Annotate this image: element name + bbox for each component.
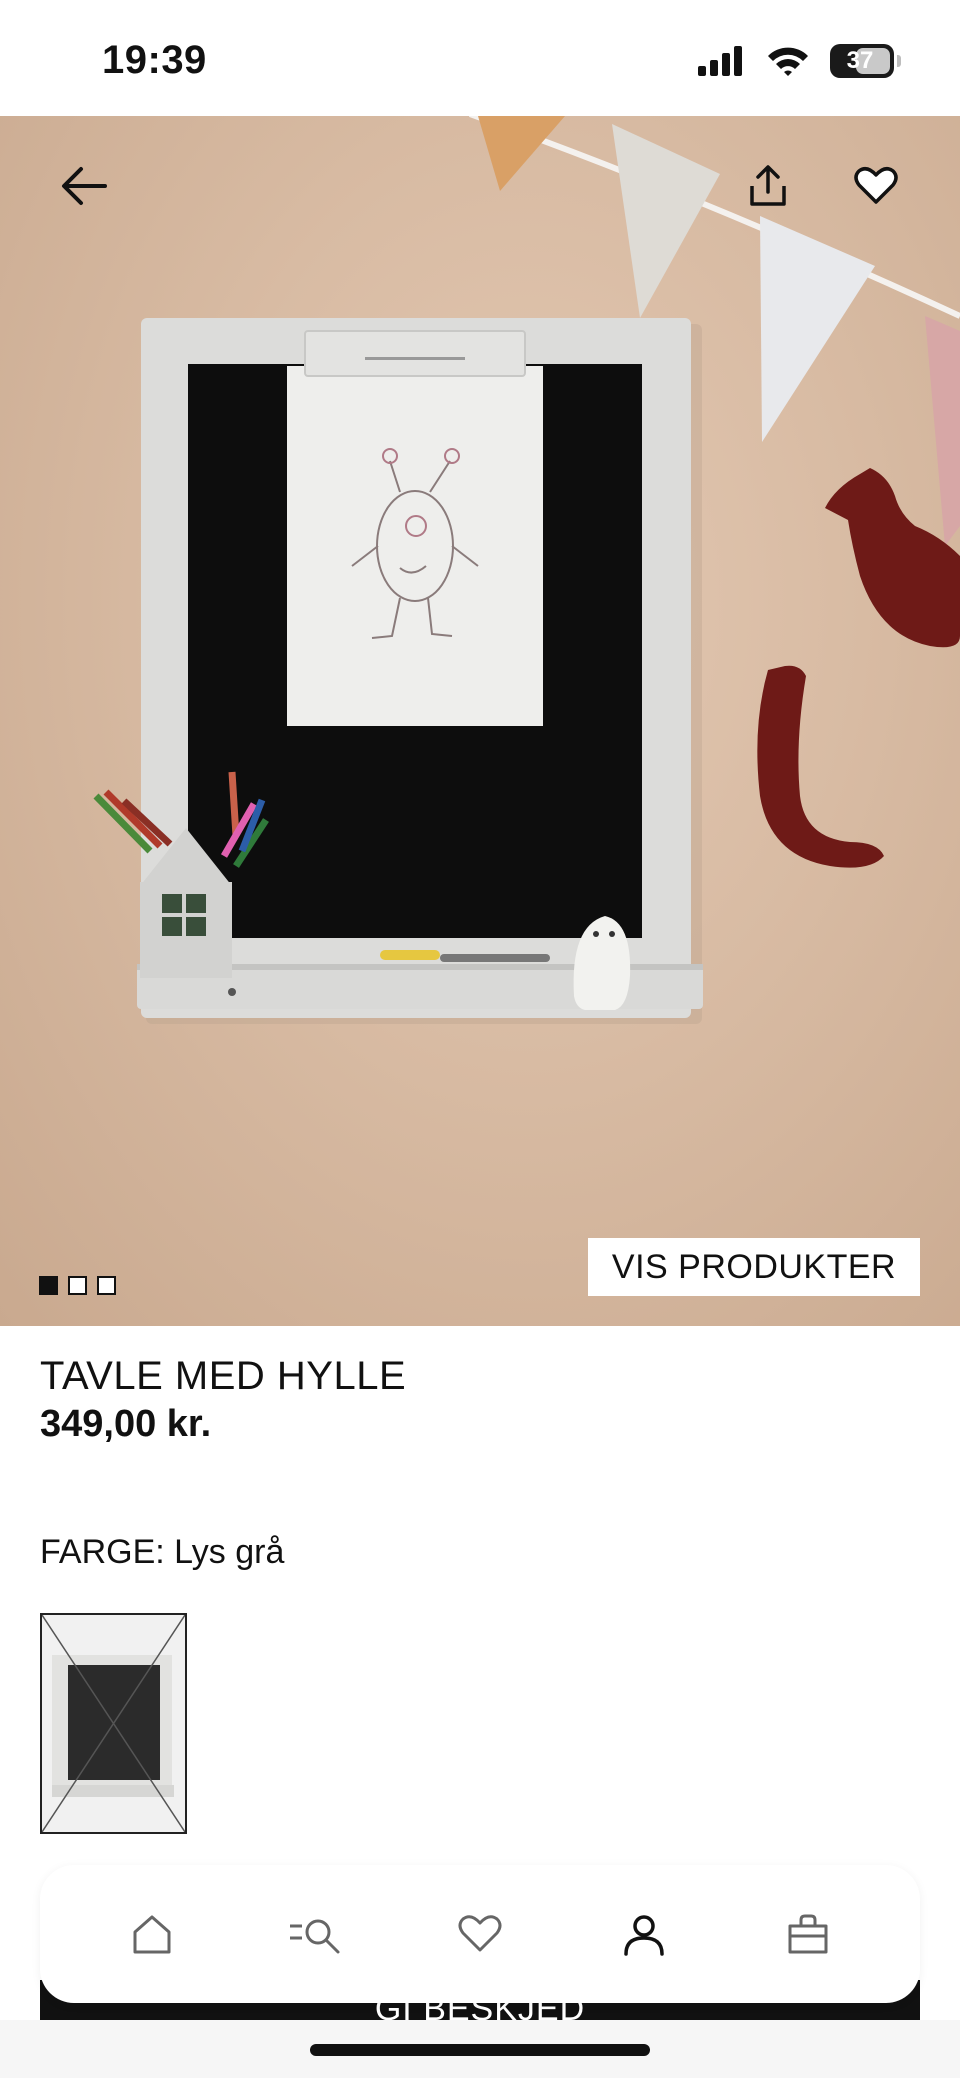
tab-search[interactable] xyxy=(276,1894,356,1974)
tab-cart[interactable] xyxy=(768,1894,848,1974)
tab-favorites[interactable] xyxy=(440,1894,520,1974)
tab-profile[interactable] xyxy=(604,1894,684,1974)
product-photo xyxy=(93,116,960,1024)
carousel-indicator xyxy=(39,1276,116,1295)
share-button[interactable] xyxy=(730,148,806,224)
home-indicator[interactable] xyxy=(310,2044,650,2056)
product-price: 349,00 kr. xyxy=(40,1403,212,1445)
tab-home[interactable] xyxy=(112,1894,192,1974)
share-icon xyxy=(750,165,786,206)
heart-icon xyxy=(854,167,898,204)
swatch-thumbnail xyxy=(42,1615,185,1832)
bottom-tab-bar xyxy=(40,1865,920,2003)
wifi-icon xyxy=(768,47,808,76)
bag-icon xyxy=(788,1914,828,1954)
heart-icon xyxy=(458,1915,502,1952)
profile-icon xyxy=(624,1915,664,1956)
color-label: FARGE: Lys grå xyxy=(40,1533,285,1571)
back-arrow-icon xyxy=(62,167,107,205)
search-icon xyxy=(290,1919,340,1954)
favorite-button[interactable] xyxy=(838,148,914,224)
back-button[interactable] xyxy=(46,148,122,224)
carousel-dot[interactable] xyxy=(39,1276,58,1295)
status-time: 19:39 xyxy=(102,38,207,82)
view-products-button[interactable]: VIS PRODUKTER xyxy=(588,1238,920,1296)
product-title: TAVLE MED HYLLE xyxy=(40,1354,407,1398)
battery-level: 37 xyxy=(846,47,874,74)
carousel-dot[interactable] xyxy=(68,1276,87,1295)
product-hero-image[interactable]: VIS PRODUKTER xyxy=(0,116,960,1326)
cellular-signal-icon xyxy=(698,46,742,76)
status-icons: 37 xyxy=(698,44,901,78)
battery-icon: 37 xyxy=(830,44,901,78)
home-icon xyxy=(133,1915,171,1954)
color-swatch-lys-gra[interactable] xyxy=(40,1613,187,1834)
status-bar: 19:39 37 xyxy=(0,0,960,116)
carousel-dot[interactable] xyxy=(97,1276,116,1295)
